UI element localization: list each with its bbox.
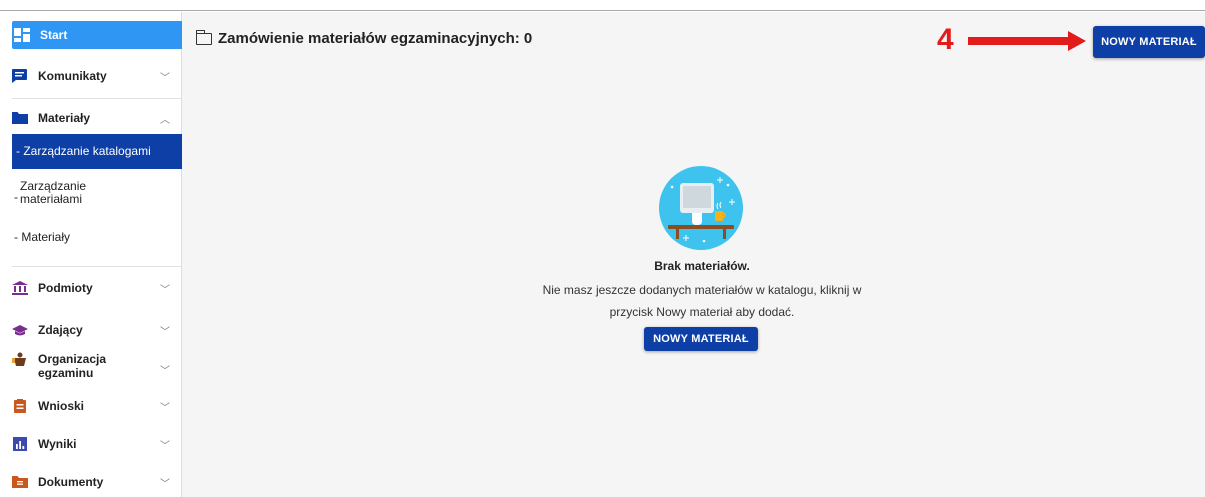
sidebar-item-label: Zdający: [38, 323, 83, 337]
chevron-down-icon: ﹀: [160, 440, 170, 452]
sidebar-item-label: Materiały: [38, 111, 91, 125]
sidebar-item-label: Podmioty: [38, 281, 93, 295]
person-desk-icon: [12, 352, 26, 366]
empty-state-title: Brak materiałów.: [654, 259, 750, 273]
sidebar-item-label: Wyniki: [38, 437, 77, 451]
sidebar-item-podmioty[interactable]: Podmioty ﹀: [0, 276, 182, 300]
folder-outline-icon: [195, 29, 212, 45]
divider: [12, 266, 182, 267]
page-title: Zamówienie materiałów egzaminacyjnych: 0: [195, 29, 533, 47]
message-icon: [12, 69, 27, 83]
chevron-down-icon: ﹀: [160, 366, 170, 377]
sidebar-item-label: Start: [40, 28, 68, 42]
dashboard-icon: [14, 28, 30, 42]
arrow-right-icon: [968, 31, 1086, 51]
chevron-down-icon: ﹀: [160, 72, 170, 84]
sidebar-item-organizacja[interactable]: Organizacja egzaminu ﹀: [0, 352, 182, 382]
sidebar: Start Komunikaty ﹀ Materiały ︿ - Zarządz…: [0, 12, 182, 497]
chevron-down-icon: ﹀: [160, 402, 170, 414]
sidebar-item-komunikaty[interactable]: Komunikaty ﹀: [0, 64, 182, 88]
clipboard-icon: [14, 399, 26, 413]
sidebar-item-label: Organizacja: [38, 352, 107, 366]
chevron-down-icon: ﹀: [160, 326, 170, 338]
sidebar-item-start[interactable]: Start: [12, 21, 182, 49]
sidebar-item-zdajacy[interactable]: Zdający ﹀: [0, 318, 182, 342]
sidebar-subitem-materials-management[interactable]: - Zarządzanie materiałami: [12, 180, 182, 214]
new-material-button[interactable]: NOWY MATERIAŁ: [1093, 26, 1205, 58]
top-border: [0, 0, 1205, 12]
chevron-down-icon: ﹀: [160, 478, 170, 490]
empty-desk-illustration-icon: [659, 166, 743, 250]
sidebar-subitem-dash: -: [14, 190, 18, 204]
divider: [12, 98, 182, 99]
sidebar-item-label: Wnioski: [38, 399, 85, 413]
sidebar-item-wnioski[interactable]: Wnioski ﹀: [0, 394, 182, 418]
sidebar-subitem-label: - Zarządzanie katalogami: [16, 144, 151, 158]
empty-state-new-material-button[interactable]: NOWY MATERIAŁ: [644, 327, 758, 351]
sidebar-subitem-materialy[interactable]: - Materiały: [12, 230, 182, 248]
empty-state-description-line: Nie masz jeszcze dodanych materiałów w k…: [542, 283, 862, 297]
sidebar-item-label: Komunikaty: [38, 69, 107, 83]
sidebar-subitem-label: - Materiały: [14, 230, 71, 244]
sidebar-subitem-label: materiałami: [20, 192, 83, 206]
document-folder-icon: [12, 476, 28, 488]
chevron-down-icon: ﹀: [160, 284, 170, 296]
empty-state-description-line: przycisk Nowy materiał aby dodać.: [609, 305, 795, 319]
sidebar-subitem-catalogs[interactable]: - Zarządzanie katalogami: [12, 134, 182, 169]
page-title-text: Zamówienie materiałów egzaminacyjnych: 0: [218, 30, 533, 47]
sidebar-item-dokumenty[interactable]: Dokumenty ﹀: [0, 470, 182, 494]
chevron-up-icon: ︿: [160, 114, 170, 126]
sidebar-item-label: Dokumenty: [38, 475, 104, 489]
graduation-cap-icon: [12, 325, 28, 336]
bar-chart-icon: [13, 437, 27, 451]
annotation-number: 4: [937, 23, 954, 56]
sidebar-item-materialy[interactable]: Materiały ︿: [0, 106, 182, 130]
sidebar-item-label: egzaminu: [38, 366, 94, 380]
sidebar-item-wyniki[interactable]: Wyniki ﹀: [0, 432, 182, 456]
institution-icon: [12, 281, 28, 295]
folder-icon: [12, 112, 28, 124]
empty-state-description: Nie masz jeszcze dodanych materiałów w k…: [482, 279, 922, 323]
